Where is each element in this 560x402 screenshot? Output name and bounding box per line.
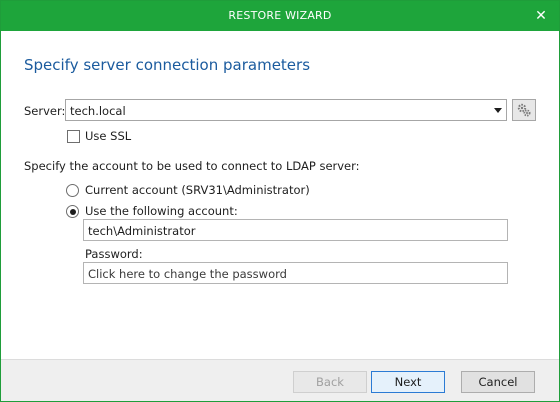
- dropdown-arrow-icon[interactable]: [494, 108, 502, 113]
- use-ssl-label[interactable]: Use SSL: [85, 129, 131, 143]
- current-account-radio[interactable]: [66, 184, 79, 197]
- username-input[interactable]: tech\Administrator: [83, 219, 508, 241]
- server-label: Server:: [24, 104, 66, 118]
- restore-wizard-window: RESTORE WIZARD ✕ Specify server connecti…: [0, 0, 560, 402]
- page-title: Specify server connection parameters: [24, 56, 311, 74]
- password-input[interactable]: Click here to change the password: [83, 262, 508, 284]
- server-settings-button[interactable]: [512, 99, 536, 121]
- username-value: tech\Administrator: [88, 224, 196, 238]
- window-title: RESTORE WIZARD: [228, 9, 332, 22]
- following-account-radio[interactable]: [66, 205, 79, 218]
- password-label: Password:: [85, 247, 143, 261]
- back-button[interactable]: Back: [293, 371, 367, 393]
- cancel-button[interactable]: Cancel: [461, 371, 535, 393]
- use-ssl-checkbox[interactable]: [67, 130, 80, 143]
- following-account-label[interactable]: Use the following account:: [85, 204, 238, 218]
- account-prompt: Specify the account to be used to connec…: [24, 159, 360, 173]
- next-button[interactable]: Next: [371, 371, 445, 393]
- title-bar: RESTORE WIZARD ✕: [1, 1, 559, 31]
- gears-icon: [517, 103, 531, 117]
- server-value: tech.local: [70, 104, 126, 118]
- current-account-label[interactable]: Current account (SRV31\Administrator): [85, 183, 310, 197]
- close-icon[interactable]: ✕: [533, 8, 549, 24]
- password-placeholder: Click here to change the password: [88, 267, 287, 281]
- server-combobox[interactable]: tech.local: [65, 99, 507, 121]
